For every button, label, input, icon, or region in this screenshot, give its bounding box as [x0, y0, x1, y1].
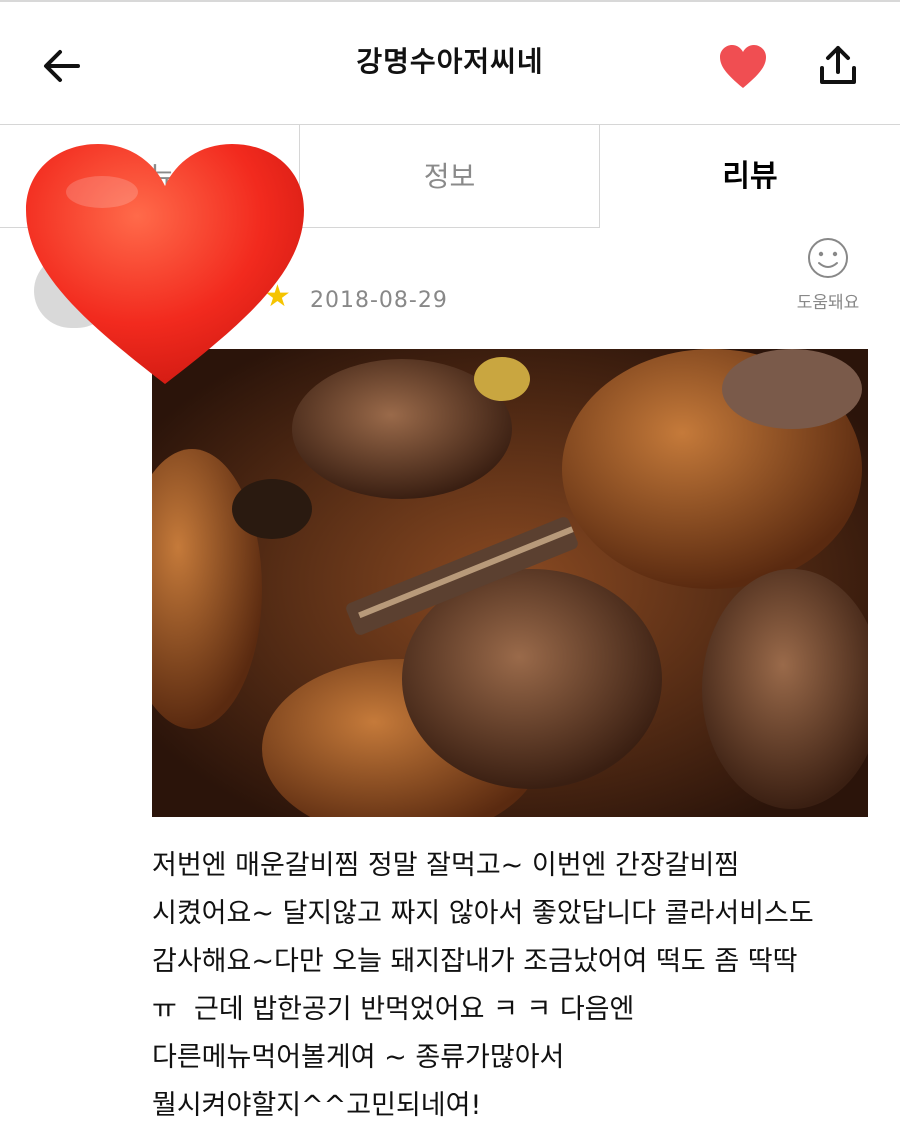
- smiley-icon: [808, 238, 848, 278]
- food-image: [152, 349, 868, 817]
- heart-icon: [720, 45, 766, 88]
- review-date: 2018-08-29: [310, 288, 448, 313]
- share-button[interactable]: [812, 40, 864, 92]
- tab-info[interactable]: 정보: [300, 124, 600, 228]
- favorite-button[interactable]: [718, 44, 768, 90]
- heart-sticker-icon: [26, 144, 304, 384]
- tab-review[interactable]: 리뷰: [600, 124, 900, 228]
- share-icon: [820, 46, 856, 84]
- top-bar: 강명수아저씨네: [0, 0, 900, 124]
- helpful-label: 도움돼요: [796, 293, 860, 313]
- review-text: 저번엔 매운갈비찜 정말 잘먹고~ 이번엔 간장갈비찜 시켰어요~ 달지않고 짜…: [152, 850, 814, 1121]
- review-photo[interactable]: [152, 349, 868, 817]
- helpful-button[interactable]: 도움돼요: [780, 236, 876, 313]
